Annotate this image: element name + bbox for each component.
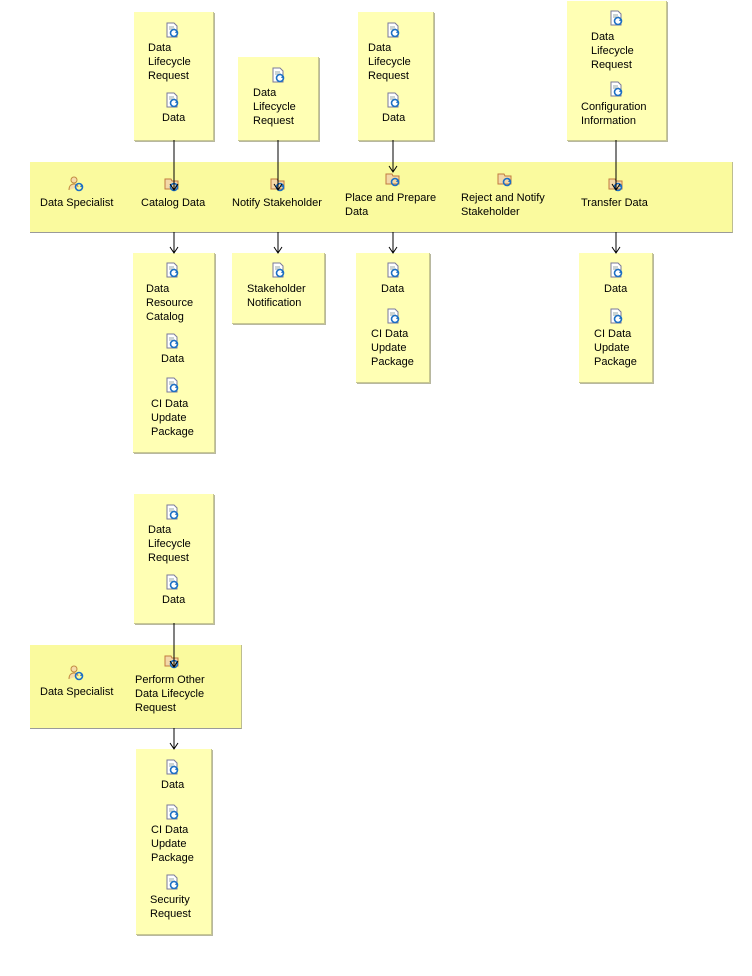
flow-arrow xyxy=(611,232,621,254)
flow-arrow xyxy=(388,140,398,173)
flow-arrow xyxy=(169,140,179,191)
flow-arrow xyxy=(388,232,398,254)
flow-arrow xyxy=(169,232,179,254)
flow-arrow xyxy=(273,232,283,254)
flow-arrow xyxy=(169,728,179,750)
flow-arrow xyxy=(169,623,179,668)
flow-arrow xyxy=(273,140,283,191)
workflow-diagram: Data Specialist Catalog Data Notify Stakeh… xyxy=(0,0,752,976)
flow-arrow xyxy=(611,140,621,191)
